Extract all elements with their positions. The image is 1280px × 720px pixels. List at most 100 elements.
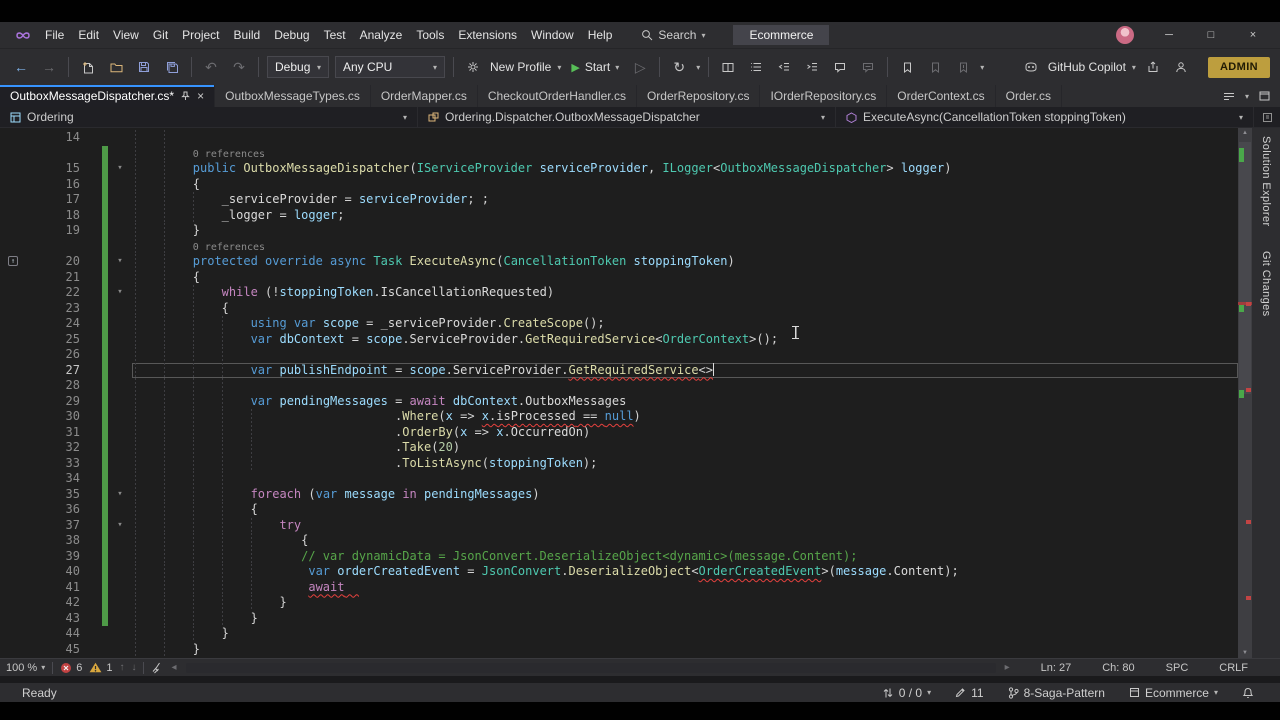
code-line-29[interactable]: 29 var pendingMessages = await dbContext.… <box>0 393 1238 409</box>
code-text[interactable] <box>132 378 1238 394</box>
menu-item-window[interactable]: Window <box>524 24 581 46</box>
pending-changes-button[interactable]: 11 <box>955 686 984 700</box>
comment-icon[interactable] <box>829 55 851 79</box>
code-text[interactable]: _logger = logger; <box>132 207 1238 223</box>
fold-marker[interactable]: ▾ <box>108 254 132 270</box>
line-number[interactable]: 23 <box>0 301 80 317</box>
menu-item-analyze[interactable]: Analyze <box>353 24 410 46</box>
code-text[interactable]: .Where(x => x.isProcessed == null) <box>132 409 1238 425</box>
code-line-16[interactable]: 16 { <box>0 176 1238 193</box>
code-text[interactable]: using var scope = _serviceProvider.Creat… <box>132 316 1238 332</box>
user-avatar[interactable] <box>1116 26 1134 44</box>
branch-selector[interactable]: 8-Saga-Pattern <box>1008 686 1105 700</box>
open-folder-icon[interactable] <box>105 55 127 79</box>
scroll-right-icon[interactable]: ▸ <box>1005 662 1010 673</box>
code-line-20[interactable]: 20 ↑ ▾ protected override async Task Execut… <box>0 254 1238 270</box>
code-line-37[interactable]: 37 ▾ try <box>0 517 1238 534</box>
code-cleanup-icon[interactable] <box>151 662 164 674</box>
code-text[interactable]: var publishEndpoint = scope.ServiceProvi… <box>132 362 1238 378</box>
code-line-24[interactable]: 24 using var scope = _serviceProvider.Cre… <box>0 316 1238 332</box>
line-number[interactable]: 24 <box>0 316 80 332</box>
code-text[interactable]: } <box>132 610 1238 626</box>
tab-ordercontext-cs[interactable]: OrderContext.cs <box>887 85 996 107</box>
line-number[interactable]: 41 <box>0 580 80 596</box>
code-line-31[interactable]: 31 .OrderBy(x => x.OccurredOn) <box>0 424 1238 440</box>
line-number[interactable]: 18 <box>0 208 80 224</box>
code-text[interactable]: } <box>132 595 1238 611</box>
codelens-references[interactable]: 0 references <box>193 149 265 160</box>
menu-item-help[interactable]: Help <box>581 24 620 46</box>
tab-checkoutorderhandler-cs[interactable]: CheckoutOrderHandler.cs <box>478 85 637 107</box>
code-line-22[interactable]: 22 ▾ while (!stoppingToken.IsCancellationR… <box>0 285 1238 301</box>
solution-name-button[interactable]: Ecommerce <box>733 25 830 45</box>
menu-item-project[interactable]: Project <box>175 24 226 46</box>
navigate-forward-icon[interactable]: → <box>38 55 60 79</box>
code-line-23[interactable]: 23 { <box>0 300 1238 317</box>
code-line-25[interactable]: 25 var dbContext = scope.ServiceProvider.… <box>0 331 1238 347</box>
code-text[interactable]: 0 references <box>132 145 1238 161</box>
configuration-dropdown[interactable]: Debug ▾ <box>267 56 329 78</box>
code-text[interactable]: .OrderBy(x => x.OccurredOn) <box>132 424 1238 440</box>
indent-decrease-icon[interactable] <box>773 55 795 79</box>
menu-item-tools[interactable]: Tools <box>409 24 451 46</box>
code-line-15[interactable]: 15 ▾ public OutboxMessageDispatcher(IServi… <box>0 161 1238 177</box>
search-control[interactable]: Search ▾ <box>635 25 711 45</box>
code-line-19[interactable]: 19} <box>0 223 1238 239</box>
line-number[interactable]: 17 <box>0 192 80 208</box>
menu-item-build[interactable]: Build <box>227 24 268 46</box>
code-text[interactable]: .Take(20) <box>132 440 1238 456</box>
run-without-debug-icon[interactable]: ▷ <box>629 55 651 79</box>
code-text[interactable]: 0 references <box>132 238 1238 254</box>
code-text[interactable]: foreach (var message in pendingMessages) <box>132 486 1238 502</box>
code-text[interactable]: // var dynamicData = JsonConvert.Deseria… <box>132 548 1238 564</box>
code-line-codelens[interactable]: 0 references <box>0 238 1238 254</box>
platform-dropdown[interactable]: Any CPU ▾ <box>335 56 445 78</box>
close-tab-icon[interactable]: × <box>197 89 204 103</box>
side-tab-solution-explorer[interactable]: Solution Explorer <box>1260 136 1272 227</box>
code-line-42[interactable]: 42} <box>0 595 1238 611</box>
feedback-person-icon[interactable] <box>1170 55 1192 79</box>
line-number[interactable]: 19 <box>0 223 80 239</box>
line-number[interactable]: 15 <box>0 161 80 177</box>
code-text[interactable]: try <box>132 517 1238 533</box>
eol-indicator[interactable]: CRLF <box>1219 662 1248 674</box>
code-line-30[interactable]: 30 .Where(x => x.isProcessed == null) <box>0 409 1238 425</box>
code-line-44[interactable]: 44} <box>0 626 1238 642</box>
code-text[interactable]: } <box>132 641 1238 657</box>
scrollbar-thumb[interactable] <box>1239 142 1251 394</box>
line-number[interactable]: 37 <box>0 518 80 534</box>
spaces-indicator[interactable]: SPC <box>1166 662 1189 674</box>
next-bookmark-icon[interactable] <box>952 55 974 79</box>
side-tab-git-changes[interactable]: Git Changes <box>1260 251 1272 317</box>
line-number[interactable]: 16 <box>0 177 80 193</box>
repository-selector[interactable]: Ecommerce ▾ <box>1129 686 1218 700</box>
code-line-39[interactable]: 39 // var dynamicData = JsonConvert.Deser… <box>0 548 1238 564</box>
code-line-28[interactable]: 28 <box>0 378 1238 394</box>
code-line-26[interactable]: 26 <box>0 347 1238 363</box>
error-indicator[interactable]: 6 <box>60 662 82 674</box>
uncomment-icon[interactable] <box>857 55 879 79</box>
type-dropdown[interactable]: Ordering.Dispatcher.OutboxMessageDispatc… <box>418 107 836 127</box>
vertical-scrollbar[interactable]: ▲ ▼ <box>1238 128 1252 658</box>
navigate-back-icon[interactable]: ← <box>10 55 32 79</box>
refresh-icon[interactable]: ↻ <box>668 55 690 79</box>
admin-badge[interactable]: ADMIN <box>1207 56 1270 78</box>
code-line-36[interactable]: 36 { <box>0 502 1238 518</box>
code-line-34[interactable]: 34 <box>0 471 1238 487</box>
bookmark-icon[interactable] <box>896 55 918 79</box>
notifications-bell-icon[interactable] <box>1242 687 1254 699</box>
code-line-codelens[interactable]: 0 references <box>0 145 1238 162</box>
zoom-dropdown[interactable]: 100 % ▾ <box>6 662 45 674</box>
code-text[interactable] <box>132 471 1238 487</box>
line-number[interactable] <box>0 146 80 162</box>
line-number[interactable]: 45 <box>0 642 80 658</box>
float-window-icon[interactable] <box>1259 91 1270 101</box>
tab-outboxmessagetypes-cs[interactable]: OutboxMessageTypes.cs <box>215 85 371 107</box>
minimize-button[interactable]: ─ <box>1148 29 1190 41</box>
pin-icon[interactable] <box>181 91 190 101</box>
line-number[interactable]: 34 <box>0 471 80 487</box>
save-all-icon[interactable] <box>161 55 183 79</box>
tab-outboxmessagedispatcher-cs[interactable]: OutboxMessageDispatcher.cs* × <box>0 85 216 107</box>
code-line-14[interactable]: 14 <box>0 130 1238 146</box>
code-line-43[interactable]: 43} <box>0 610 1238 626</box>
